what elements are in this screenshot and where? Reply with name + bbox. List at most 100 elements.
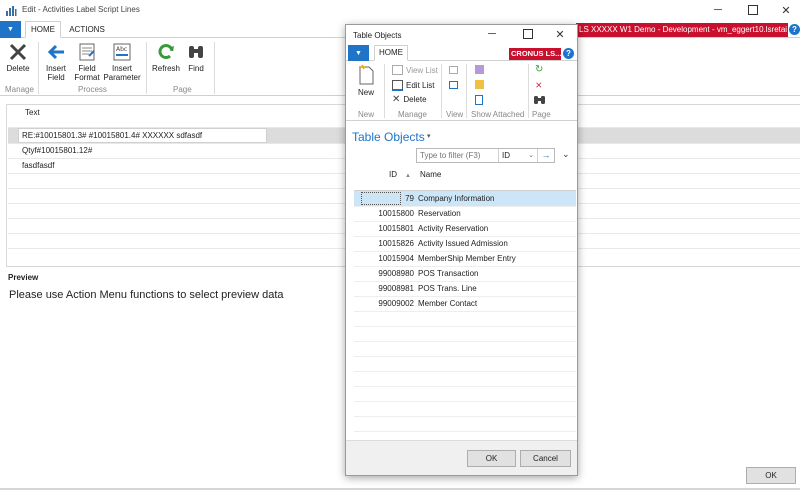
tab-actions[interactable]: ACTIONS (66, 21, 108, 38)
refresh-icon (158, 44, 174, 59)
view-icon[interactable] (449, 66, 458, 74)
close-icon: ✕ (555, 28, 565, 41)
filter-input[interactable] (418, 149, 496, 162)
minimize-button[interactable]: ─ (702, 0, 734, 20)
tab-home[interactable]: HOME (25, 21, 61, 38)
dialog-ok-button[interactable]: OK (467, 450, 516, 467)
dialog-maximize-button[interactable] (514, 24, 542, 44)
links-icon[interactable] (475, 65, 484, 74)
edit-list-label: Edit List (406, 81, 435, 90)
row-name: MemberShip Member Entry (418, 254, 516, 263)
insert-field-button[interactable]: Insert Field (42, 42, 70, 82)
dialog-app-menu-button[interactable]: ▼ (348, 45, 369, 61)
table-row[interactable]: Qtyf#10015801.12# (22, 146, 92, 155)
clear-filter-icon[interactable]: ⨯ (535, 80, 543, 90)
arrow-left-icon (47, 44, 64, 60)
maximize-button[interactable] (737, 0, 769, 20)
column-header-text[interactable]: Text (25, 108, 40, 117)
empty-row (354, 311, 576, 327)
dialog-minimize-button[interactable]: ─ (478, 24, 506, 44)
table-row[interactable]: 99009002 Member Contact (354, 296, 576, 312)
refresh-icon[interactable]: ↻ (535, 65, 543, 75)
ribbon-separator (466, 64, 467, 118)
view-list-icon (392, 65, 403, 75)
table-row[interactable]: fasdfasdf (22, 161, 54, 170)
table-row[interactable]: 10015801 Activity Reservation (354, 221, 576, 237)
view-list-label: View List (406, 65, 438, 75)
column-header-name[interactable]: Name (420, 170, 441, 179)
row-id: 99009002 (378, 299, 414, 308)
view-detail-icon[interactable] (449, 81, 458, 89)
insert-field-label-2: Field (47, 73, 65, 82)
ribbon-separator (528, 64, 529, 118)
row-id: 79 (405, 194, 414, 203)
caret-down-icon: ▼ (7, 26, 14, 33)
table-row[interactable]: RE:#10015801.3# #10015801.4# XXXXXX sdfa… (22, 131, 202, 140)
dialog-delete-button[interactable]: ✕ Delete (392, 94, 427, 104)
refresh-button[interactable]: Refresh (150, 42, 182, 73)
table-row[interactable]: 10015800 Reservation (354, 206, 576, 222)
insert-parameter-button[interactable]: Abc Insert Parameter (103, 42, 141, 82)
chevron-down-icon: ⌄ (528, 152, 534, 159)
table-row[interactable]: 99008981 POS Trans. Line (354, 281, 576, 297)
delete-button[interactable]: Delete (4, 42, 32, 73)
column-header-id[interactable]: ID (389, 170, 397, 179)
collapse-chevron-icon[interactable]: ⌄ (562, 149, 570, 160)
refresh-label: Refresh (151, 64, 180, 73)
table-row[interactable]: 10015826 Activity Issued Admission (354, 236, 576, 252)
dialog-help-button[interactable]: ? (563, 48, 574, 59)
dialog-cancel-button[interactable]: Cancel (520, 450, 571, 467)
row-id: 99008980 (378, 269, 414, 278)
table-row[interactable]: 79 Company Information (354, 191, 576, 207)
find-button[interactable]: Find (184, 42, 208, 73)
dialog-cancel-label: Cancel (533, 454, 558, 463)
title-bar: Edit - Activities Label Script Lines ─ ✕ (0, 0, 800, 21)
close-button[interactable]: ✕ (770, 0, 800, 20)
row-name: Activity Reservation (418, 224, 489, 233)
focused-cell (361, 192, 401, 205)
delete-label: Delete (6, 64, 30, 73)
find-label: Find (188, 64, 204, 73)
heading-dropdown-icon[interactable]: ▾ (427, 132, 431, 140)
dialog-group-new: New (358, 110, 375, 119)
minimize-icon: ─ (714, 4, 722, 16)
insert-parameter-icon: Abc (113, 43, 131, 61)
row-name: POS Trans. Line (418, 284, 477, 293)
edit-list-button[interactable]: Edit List (392, 80, 434, 91)
help-icon: ? (792, 25, 797, 34)
ribbon-separator (441, 64, 442, 118)
maximize-icon (748, 5, 758, 15)
insert-field-label-1: Insert (45, 64, 66, 73)
table-row[interactable]: 99008980 POS Transaction (354, 266, 576, 282)
dialog-close-button[interactable]: ✕ (546, 24, 574, 44)
app-menu-button[interactable]: ▼ (0, 21, 21, 38)
svg-text:Abc: Abc (116, 46, 127, 53)
attachment-icon[interactable] (475, 95, 483, 105)
field-format-icon (79, 43, 95, 61)
empty-row (354, 341, 576, 357)
dialog-delete-label: Delete (403, 95, 427, 104)
view-list-button[interactable]: View List (392, 65, 438, 75)
apply-filter-button[interactable]: → (537, 149, 554, 162)
table-row[interactable]: 10015904 MemberShip Member Entry (354, 251, 576, 267)
help-button[interactable]: ? (789, 24, 800, 35)
dialog-group-page: Page (532, 110, 551, 119)
dialog-group-show-attached: Show Attached (471, 110, 525, 119)
window-title: Edit - Activities Label Script Lines (22, 5, 140, 14)
row-name: Activity Issued Admission (418, 239, 508, 248)
empty-row (354, 416, 576, 432)
maximize-icon (523, 29, 533, 39)
close-icon: ✕ (781, 4, 791, 17)
filter-field-select[interactable]: ID ⌄ (498, 149, 536, 162)
filter-field-value: ID (502, 151, 510, 160)
sort-ascending-icon: ▲ (405, 173, 411, 179)
minimize-icon: ─ (488, 28, 496, 40)
new-button[interactable]: New (352, 64, 380, 97)
ok-button[interactable]: OK (746, 467, 796, 484)
row-id: 10015826 (378, 239, 414, 248)
field-format-button[interactable]: Field Format (72, 42, 102, 82)
app-icon (5, 5, 17, 17)
binoculars-icon[interactable] (534, 95, 545, 104)
notes-icon[interactable] (475, 80, 484, 89)
dialog-tab-home[interactable]: HOME (374, 45, 408, 61)
